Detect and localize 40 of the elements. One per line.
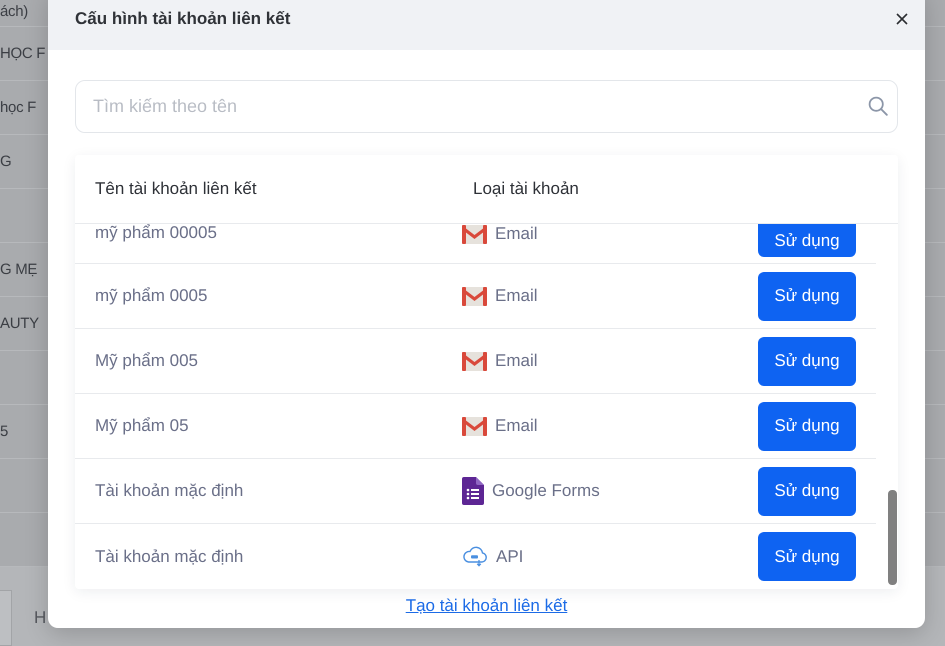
table-cell-text: Tài khoản mặc định — [95, 546, 244, 566]
column-header: Tên tài khoản liên kết — [95, 179, 258, 199]
table-cell: Email — [495, 286, 538, 306]
table-cell-text: Mỹ phẩm 005 — [95, 351, 199, 371]
use-button[interactable]: Sử dụng — [758, 466, 856, 516]
envelope-icon — [462, 416, 487, 436]
cloud-icon — [462, 546, 488, 567]
table-cell: AUTY — [0, 314, 39, 334]
table-cell-text: mỹ phẩm 00005 — [95, 224, 218, 242]
use-button[interactable]: Sử dụng — [758, 336, 856, 386]
table-cell: HỌC F — [0, 44, 46, 64]
use-button[interactable]: Sử dụng — [758, 224, 856, 257]
table-cell: Google Forms — [492, 481, 600, 501]
form-document-icon — [462, 477, 484, 505]
table-cell-text: Mỹ phẩm 05 — [95, 416, 190, 436]
envelope-icon — [462, 286, 487, 306]
envelope-icon — [462, 352, 487, 370]
create-account-link[interactable]: Tạo tài khoản liên kết — [406, 596, 568, 616]
table-cell: Email — [495, 351, 538, 371]
scrollbar-thumb[interactable] — [888, 490, 897, 585]
close-icon — [896, 13, 908, 25]
use-button[interactable]: Sử dụng — [758, 532, 856, 581]
search-field[interactable]: Tìm kiếm theo tên — [75, 80, 898, 133]
table-cell: 5 — [0, 422, 8, 442]
use-button[interactable]: Sử dụng — [758, 402, 856, 450]
envelope-icon — [462, 224, 487, 244]
table-cell-text: Tài khoản mặc định — [95, 481, 244, 501]
table-cell: ách) — [0, 2, 28, 22]
table-cell: học F — [0, 98, 36, 118]
table-cell: G MẸ — [0, 260, 38, 280]
table-cell: Email — [495, 224, 538, 244]
dialog-title: Cấu hình tài khoản liên kết — [75, 9, 290, 29]
column-header: Loại tài khoản — [473, 179, 579, 199]
table-cell: API — [496, 546, 524, 566]
use-button[interactable]: Sử dụng — [758, 272, 856, 320]
table-cell: Email — [495, 416, 538, 436]
table-cell-text: mỹ phẩm 0005 — [95, 286, 208, 306]
search-icon — [868, 96, 888, 116]
table-cell: G — [0, 152, 12, 172]
footer-text: H — [34, 608, 46, 628]
